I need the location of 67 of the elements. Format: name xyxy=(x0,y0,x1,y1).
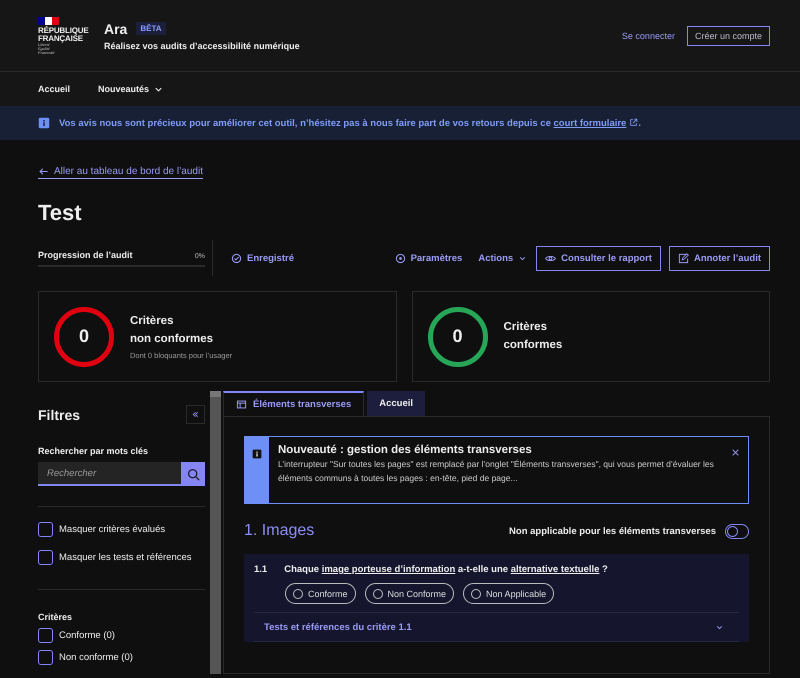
checkbox-option[interactable]: Masquer les tests et références xyxy=(38,545,205,569)
checkbox[interactable] xyxy=(38,522,53,536)
collapse-button[interactable] xyxy=(186,405,205,424)
service-name: Ara xyxy=(104,20,128,36)
saved-status: Enregistré xyxy=(231,252,294,264)
status-radio-button[interactable]: Conforme xyxy=(285,583,356,604)
search-button[interactable] xyxy=(181,462,205,486)
nav-item[interactable]: Nouveautés xyxy=(98,84,164,94)
edit-icon xyxy=(678,252,689,264)
actions-menu-button[interactable]: Actions xyxy=(478,252,528,264)
checkbox-option[interactable]: Non conforme (0) xyxy=(38,648,205,666)
flag-icon xyxy=(38,16,59,24)
check-circle-icon xyxy=(231,252,242,264)
tab[interactable]: Éléments transverses xyxy=(223,391,364,416)
switch-label: Non applicable pour les éléments transverses xyxy=(509,526,716,536)
glossary-link[interactable]: alternative textuelle xyxy=(510,564,600,575)
topic-title: 1. Images xyxy=(244,522,314,540)
details-toggle[interactable]: Tests et références du critère 1.1 xyxy=(254,612,739,642)
count-ring: 0 xyxy=(428,306,488,366)
filters-title: Filtres xyxy=(38,406,80,422)
tab[interactable]: Accueil xyxy=(367,391,426,416)
search-field[interactable]: Rechercher xyxy=(38,462,181,486)
double-chevron-left-icon xyxy=(191,410,200,419)
checkbox[interactable] xyxy=(38,650,53,664)
toggle-switch[interactable] xyxy=(725,524,749,538)
audit-title: Test xyxy=(38,200,83,226)
settings-icon xyxy=(394,252,406,264)
notice-text: Vos avis nous sont précieux pour améliorer cet outil, n’hésitez pas à nous faire part de vos retours depuis ce court formulaire . xyxy=(59,118,641,128)
layout-icon xyxy=(236,399,247,410)
search-label: Rechercher par mots clés xyxy=(38,446,150,456)
back-link[interactable]: Aller au tableau de bord de l’audit xyxy=(38,166,203,179)
scrollbar[interactable] xyxy=(210,391,221,674)
logo-text: FRANÇAISE xyxy=(38,34,83,42)
info-icon xyxy=(252,449,262,459)
progress-label: Progression de l’audit xyxy=(38,250,133,260)
checkbox-option[interactable]: Conforme (0) xyxy=(38,626,205,644)
external-link-icon xyxy=(629,118,638,126)
checkbox[interactable] xyxy=(38,628,53,642)
annotate-button[interactable]: Annoter l’audit xyxy=(668,246,770,270)
summary-title: non conformes xyxy=(130,332,214,346)
beta-badge: BÊTA xyxy=(136,22,166,35)
arrow-left-icon xyxy=(38,166,49,177)
report-button[interactable]: Consulter le rapport xyxy=(536,246,661,270)
service-tagline: Réalisez vos audits d’accessibilité numérique xyxy=(104,40,300,50)
close-icon xyxy=(731,448,740,457)
alert-text: L’interrupteur "Sur toutes les pages" est remplacé par l’onglet "Éléments transverses", qui vous permet d’évaluer les éléments communs à toutes les pages : en-tête, pied de page... xyxy=(278,458,714,485)
glossary-link[interactable]: image porteuse d’information xyxy=(322,564,456,575)
status-radio-button[interactable]: Non Conforme xyxy=(364,583,454,604)
summary-title: Critères xyxy=(130,314,174,330)
checkbox[interactable] xyxy=(38,550,53,564)
checkbox-option[interactable]: Masquer critères évalués xyxy=(38,517,205,541)
nav-item[interactable]: Accueil xyxy=(38,84,70,94)
settings-button[interactable]: Paramètres xyxy=(394,252,462,264)
criterion-number: 1.1 xyxy=(254,564,268,575)
create-account-button[interactable]: Créer un compte xyxy=(686,26,770,46)
info-icon xyxy=(38,117,50,129)
login-link[interactable]: Se connecter xyxy=(622,30,675,40)
summary-title: conformes xyxy=(504,338,562,352)
search-icon xyxy=(186,468,200,480)
status-radio-button[interactable]: Non Applicable xyxy=(463,583,554,604)
count-ring: 0 xyxy=(54,306,114,366)
summary-title: Critères xyxy=(504,320,548,336)
alert-title: Nouveauté : gestion des éléments transverses xyxy=(278,444,533,456)
logo-text: RÉPUBLIQUE xyxy=(38,26,88,34)
criteria-heading: Critères xyxy=(38,612,74,622)
criterion-question: Chaque image porteuse d’information a-t-elle une alternative textuelle ? xyxy=(284,564,608,575)
form-link[interactable]: court formulaire xyxy=(554,118,638,128)
